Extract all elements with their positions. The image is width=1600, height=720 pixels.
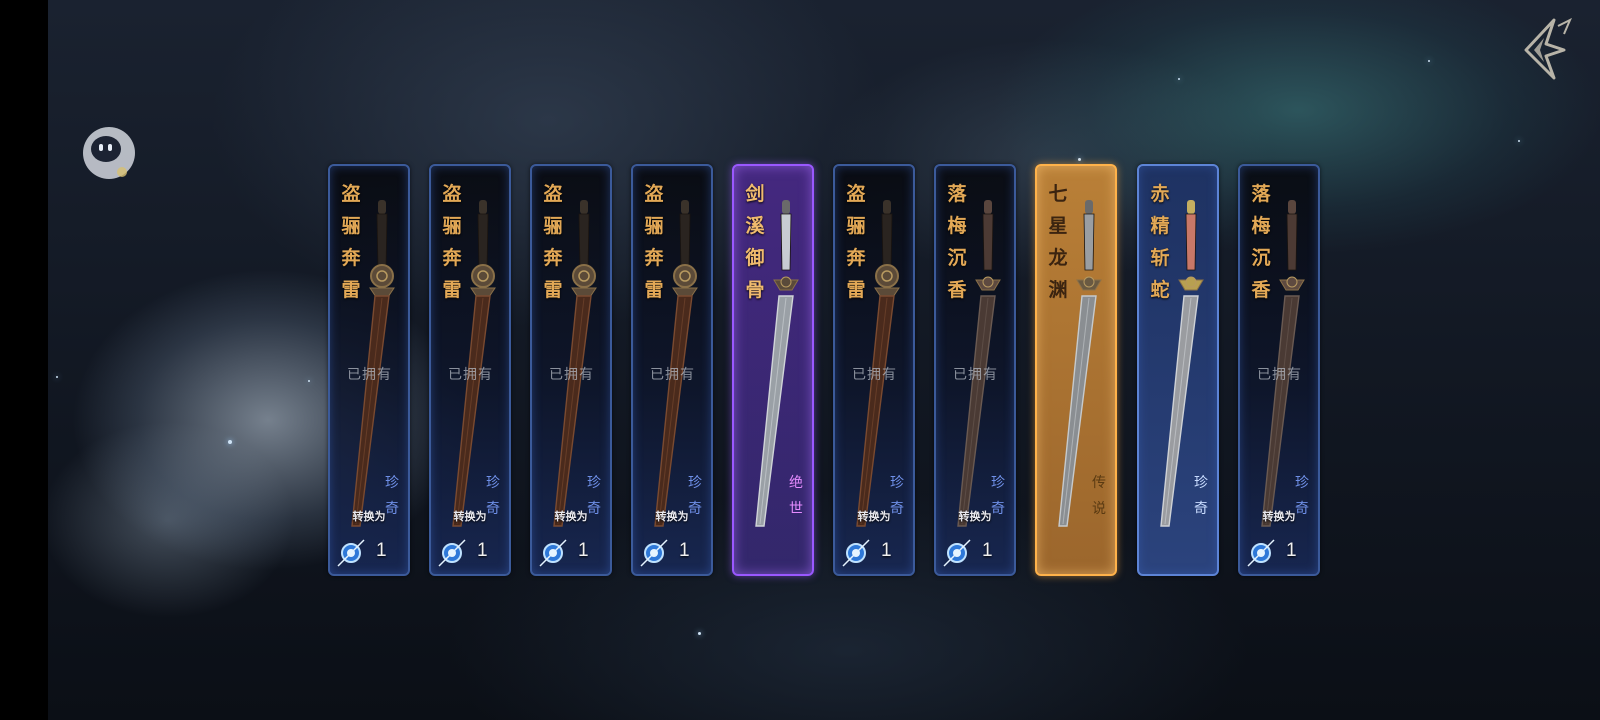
rarity-tag: 传说 xyxy=(1087,460,1111,522)
owned-label: 已拥有 xyxy=(448,367,493,383)
convert-count: 1 xyxy=(477,540,488,561)
spirit-orb-icon xyxy=(842,539,870,567)
sword-card[interactable]: 落梅沉香 已拥有 珍奇 转换为 1 xyxy=(934,164,1016,576)
convert-label: 转换为 xyxy=(554,510,588,523)
spirit-orb-icon xyxy=(1247,539,1275,567)
sword-name: 盗骊奔雷 xyxy=(543,183,563,301)
sword-card[interactable]: 盗骊奔雷 已拥有 珍奇 转换为 1 xyxy=(429,164,511,576)
left-black-bar xyxy=(0,0,48,720)
spirit-orb-icon xyxy=(640,539,668,567)
sword-name: 盗骊奔雷 xyxy=(442,183,462,301)
spirit-orb-icon xyxy=(943,539,971,567)
sword-card[interactable]: 落梅沉香 已拥有 珍奇 转换为 1 xyxy=(1238,164,1320,576)
convert-count: 1 xyxy=(982,540,993,561)
sword-card[interactable]: 赤精斩蛇珍奇 xyxy=(1137,164,1219,576)
convert-count: 1 xyxy=(578,540,589,561)
sword-card[interactable]: 盗骊奔雷 已拥有 珍奇 转换为 1 xyxy=(328,164,410,576)
sword-card[interactable]: 盗骊奔雷 已拥有 珍奇 转换为 1 xyxy=(530,164,612,576)
rarity-tag: 绝世 xyxy=(784,460,808,522)
convert-count: 1 xyxy=(1286,540,1297,561)
owned-label: 已拥有 xyxy=(953,367,998,383)
sword-card[interactable]: 剑溪御骨绝世 xyxy=(732,164,814,576)
owned-label: 已拥有 xyxy=(347,367,392,383)
convert-count: 1 xyxy=(881,540,892,561)
convert-label: 转换为 xyxy=(857,510,891,523)
sword-card[interactable]: 盗骊奔雷 已拥有 珍奇 转换为 1 xyxy=(631,164,713,576)
sword-name: 盗骊奔雷 xyxy=(644,183,664,301)
convert-label: 转换为 xyxy=(655,510,689,523)
sword-name: 盗骊奔雷 xyxy=(846,183,866,301)
sword-name: 落梅沉香 xyxy=(947,183,967,301)
convert-label: 转换为 xyxy=(453,510,487,523)
convert-label: 转换为 xyxy=(1262,510,1296,523)
sword-card[interactable]: 盗骊奔雷 已拥有 珍奇 转换为 1 xyxy=(833,164,915,576)
sword-card[interactable]: 七星龙渊传说 xyxy=(1035,164,1117,576)
sword-name: 落梅沉香 xyxy=(1251,183,1271,301)
convert-count: 1 xyxy=(679,540,690,561)
starfield-background xyxy=(48,0,1600,720)
owned-label: 已拥有 xyxy=(650,367,695,383)
spirit-orb-icon xyxy=(337,539,365,567)
owned-label: 已拥有 xyxy=(1257,367,1302,383)
spirit-orb-icon xyxy=(438,539,466,567)
owned-label: 已拥有 xyxy=(852,367,897,383)
sword-name: 盗骊奔雷 xyxy=(341,183,361,301)
convert-label: 转换为 xyxy=(958,510,992,523)
sword-name: 赤精斩蛇 xyxy=(1150,183,1170,301)
convert-count: 1 xyxy=(376,540,387,561)
sword-name: 七星龙渊 xyxy=(1048,183,1068,301)
convert-label: 转换为 xyxy=(352,510,386,523)
owned-label: 已拥有 xyxy=(549,367,594,383)
rarity-tag: 珍奇 xyxy=(1189,460,1213,522)
robot-helper-icon[interactable] xyxy=(82,120,140,184)
sword-name: 剑溪御骨 xyxy=(745,183,765,301)
spirit-orb-icon xyxy=(539,539,567,567)
return-icon[interactable] xyxy=(1514,16,1574,80)
